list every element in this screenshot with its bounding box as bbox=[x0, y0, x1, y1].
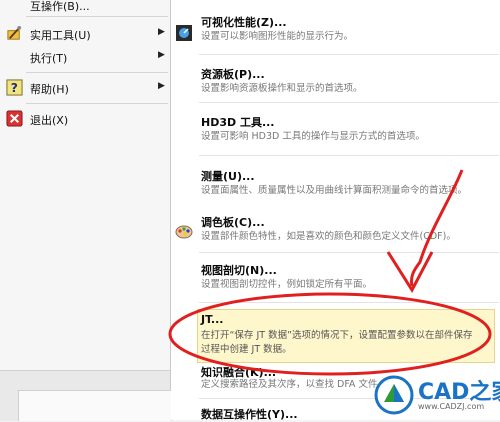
submenu-item-description: 设置面属性、质量属性以及用曲线计算面积测量命令的首选项。 bbox=[201, 185, 468, 196]
visualization-performance-icon bbox=[176, 25, 192, 41]
submenu-item-jt[interactable]: JT... 在打开“保存 JT 数据”选项的情况下，设置配置参数以在部件保存 过… bbox=[197, 309, 495, 363]
exit-icon bbox=[6, 110, 23, 127]
menu-item-label: 帮助(H) bbox=[30, 83, 69, 96]
submenu-separator bbox=[199, 155, 499, 156]
palette-icon bbox=[175, 225, 193, 239]
submenu-item-description: 设置部件颜色特性，如是喜欢的颜色和颜色定义文件(CDF)。 bbox=[201, 231, 456, 242]
submenu-arrow-icon: ▶ bbox=[158, 50, 165, 60]
submenu-item-title: 可视化性能(Z)... bbox=[201, 16, 287, 29]
submenu-item-title: 资源板(P)... bbox=[201, 68, 265, 81]
help-icon: ? bbox=[6, 79, 23, 96]
submenu-item-description: 过程中创建 JT 数据。 bbox=[201, 344, 292, 355]
submenu-item-description: 定义搜索路径及其次序，以查找 DFA 文件。 bbox=[201, 379, 387, 390]
submenu-item-hd3d-tools[interactable]: HD3D 工具... 设置可影响 HD3D 工具的操作与显示方式的首选项。 bbox=[171, 112, 500, 148]
submenu-item-view-section[interactable]: 视图剖切(N)... 设置视图剖切控件，例如锁定所有平面。 bbox=[171, 260, 500, 296]
submenu-separator bbox=[199, 252, 499, 253]
submenu-arrow-icon: ▶ bbox=[158, 81, 165, 91]
menu-separator bbox=[26, 103, 168, 104]
submenu-arrow-icon: ▶ bbox=[158, 27, 165, 37]
submenu-item-title: 测量(U)... bbox=[201, 170, 255, 183]
menu-item-help[interactable]: ? 帮助(H) ▶ bbox=[0, 75, 170, 101]
utilities-icon bbox=[7, 25, 22, 40]
brand-url: www.CADZJ.com bbox=[418, 402, 485, 411]
submenu-separator bbox=[199, 302, 499, 303]
submenu-item-description: 设置可影响 HD3D 工具的操作与显示方式的首选项。 bbox=[201, 131, 425, 142]
svg-text:?: ? bbox=[11, 81, 18, 95]
submenu-item-resource-bar[interactable]: 资源板(P)... 设置影响资源板操作和显示的首选项。 bbox=[171, 64, 500, 100]
menu-item-label: 实用工具(U) bbox=[30, 29, 91, 42]
file-menu: 互操作(B)... 实用工具(U) ▶ 执行(T) ▶ ? 帮助(H) ▶ 退出… bbox=[0, 0, 172, 421]
menu-item-label: 执行(T) bbox=[30, 52, 68, 65]
menu-separator bbox=[26, 16, 168, 17]
submenu-item-description: 设置视图剖切控件，例如锁定所有平面。 bbox=[201, 279, 373, 290]
submenu-item-description: 设置可以影响图形性能的显示行为。 bbox=[201, 31, 354, 42]
submenu-item-title: 调色板(C)... bbox=[201, 216, 265, 229]
submenu-item-description: 在打开“保存 JT 数据”选项的情况下，设置配置参数以在部件保存 bbox=[201, 330, 473, 341]
submenu-item-description: 设置影响资源板操作和显示的首选项。 bbox=[201, 83, 363, 94]
window-panel bbox=[18, 390, 172, 421]
submenu-item-palette[interactable]: 调色板(C)... 设置部件颜色特性，如是喜欢的颜色和颜色定义文件(CDF)。 bbox=[171, 212, 500, 248]
menu-item-exit[interactable]: 退出(X) bbox=[0, 106, 170, 132]
menu-separator bbox=[26, 72, 168, 73]
menu-item-execute[interactable]: 执行(T) ▶ bbox=[0, 44, 170, 70]
submenu-item-measure[interactable]: 测量(U)... 设置面属性、质量属性以及用曲线计算面积测量命令的首选项。 bbox=[171, 166, 500, 202]
submenu-item-title: 视图剖切(N)... bbox=[201, 264, 277, 277]
menu-item-label: 退出(X) bbox=[30, 114, 69, 127]
menu-item-label: 互操作(B)... bbox=[30, 0, 90, 13]
submenu-item-visualization-performance[interactable]: 可视化性能(Z)... 设置可以影响图形性能的显示行为。 bbox=[171, 8, 500, 44]
submenu-item-title: JT... bbox=[201, 313, 224, 326]
submenu-item-title: HD3D 工具... bbox=[201, 116, 275, 129]
submenu-separator bbox=[199, 102, 499, 103]
submenu-separator bbox=[199, 54, 499, 55]
